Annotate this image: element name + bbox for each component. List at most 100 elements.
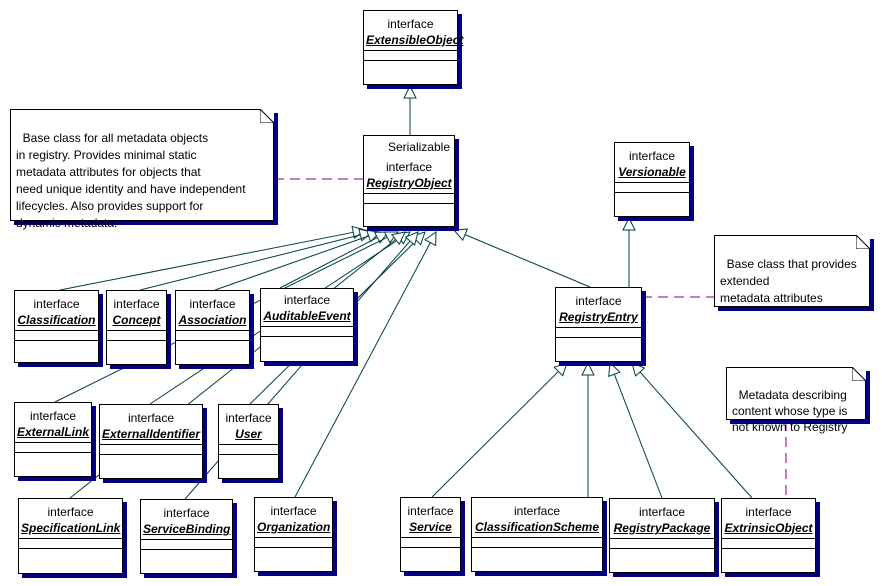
class-name: Concept (112, 313, 161, 327)
attributes-compartment (722, 538, 815, 548)
generalization-arrowhead (452, 228, 469, 242)
attributes-compartment (15, 442, 91, 452)
class-name: ServiceBinding (143, 522, 231, 536)
attributes-compartment (610, 538, 714, 548)
generalization-arrowhead (622, 216, 636, 231)
class-service[interactable]: interface Service (400, 497, 461, 572)
attributes-compartment (141, 539, 232, 549)
operations-compartment (100, 454, 202, 455)
class-versionable[interactable]: interface Versionable (614, 142, 690, 217)
operations-compartment (141, 549, 232, 550)
generalization-line (59, 231, 354, 291)
class-name: RegistryEntry (559, 310, 638, 324)
operations-compartment (107, 340, 166, 341)
operations-compartment (364, 203, 454, 204)
stereotype-label: interface (127, 411, 175, 425)
note-fold-corner (260, 109, 274, 123)
class-registry-package[interactable]: interface RegistryPackage (609, 498, 715, 573)
note-text: Base class for all metadata objects in r… (16, 131, 246, 230)
stereotype-label: interface (628, 149, 676, 163)
attributes-compartment (19, 538, 122, 548)
generalization-line (431, 371, 559, 498)
note-extrinsic-object[interactable]: Metadata describing content whose type i… (726, 367, 866, 434)
class-external-link[interactable]: interface ExternalLink (14, 402, 92, 477)
operations-compartment (556, 337, 641, 338)
operations-compartment (15, 452, 91, 453)
generalization-arrowhead (631, 362, 646, 377)
class-name: AuditableEvent (263, 309, 351, 323)
class-name: ExtensibleObject (366, 33, 464, 47)
operations-compartment (176, 340, 249, 341)
stereotype-label: interface (575, 294, 622, 308)
operations-compartment (261, 336, 353, 337)
class-name: Association (178, 313, 247, 327)
class-service-binding[interactable]: interface ServiceBinding (140, 499, 233, 574)
class-concept[interactable]: interface Concept (106, 290, 167, 365)
class-classification[interactable]: interface Classification (14, 290, 99, 363)
class-auditable-event[interactable]: interface AuditableEvent (260, 288, 354, 362)
generalization-line (294, 242, 431, 498)
attributes-compartment (364, 50, 457, 60)
stereotype-label: interface (29, 409, 77, 423)
generalization-arrowhead (608, 361, 621, 378)
generalization-line (464, 234, 591, 288)
class-classification-scheme[interactable]: interface ClassificationScheme (471, 497, 603, 572)
stereotype-label: interface (33, 297, 80, 311)
class-name: ExtrinsicObject (724, 521, 813, 535)
class-extensible-object[interactable]: interface ExtensibleObject (363, 10, 464, 85)
class-specification-link[interactable]: interface SpecificationLink (18, 498, 123, 574)
class-organization[interactable]: interface Organization (254, 497, 333, 572)
operations-compartment (255, 547, 332, 548)
operations-compartment (615, 192, 689, 193)
stereotype-label: interface (385, 160, 433, 174)
class-association[interactable]: interface Association (175, 290, 250, 365)
note-fold-corner (856, 235, 870, 249)
class-extrinsic-object[interactable]: interface ExtrinsicObject (721, 498, 816, 573)
generalization-arrowhead (581, 361, 595, 376)
class-external-identifier[interactable]: interface ExternalIdentifier (99, 404, 203, 479)
stereotype-label: interface (113, 297, 160, 311)
stereotype-label: interface (745, 505, 792, 519)
class-name: User (235, 427, 262, 441)
note-text: Metadata describing content whose type i… (732, 388, 848, 434)
operations-compartment (15, 340, 98, 341)
attributes-compartment (261, 326, 353, 336)
stereotype-label: interface (270, 504, 317, 518)
generalization-arrowhead (424, 231, 437, 247)
class-registry-entry[interactable]: interface RegistryEntry (555, 287, 642, 362)
note-registry-entry[interactable]: Base class that provides extended metada… (714, 235, 870, 307)
operations-compartment (219, 454, 278, 455)
operations-compartment (722, 548, 815, 549)
stereotype-label: interface (189, 297, 236, 311)
class-name: SpecificationLink (21, 521, 121, 535)
class-name: ExternalIdentifier (102, 427, 201, 441)
stereotype-label: interface (47, 505, 94, 519)
attributes-compartment (472, 537, 602, 547)
attributes-compartment (364, 193, 454, 203)
stereotype-label: interface (387, 17, 434, 31)
note-registry-object[interactable]: Base class for all metadata objects in r… (10, 109, 274, 230)
stereotype-label: interface (407, 504, 454, 518)
note-text: Base class that provides extended metada… (720, 257, 857, 305)
class-name: Service (409, 520, 452, 534)
stereotype-label: interface (225, 411, 272, 425)
class-name: Classification (17, 313, 96, 327)
class-registry-object[interactable]: Serializable interface RegistryObject (363, 135, 455, 227)
attributes-compartment (556, 327, 641, 337)
attributes-compartment (615, 182, 689, 192)
class-name: ExternalLink (17, 425, 90, 439)
generalization-line (139, 234, 361, 291)
note-fold-corner (852, 367, 866, 381)
operations-compartment (19, 548, 122, 549)
operations-compartment (401, 547, 460, 548)
operations-compartment (610, 548, 714, 549)
attributes-compartment (401, 537, 460, 547)
generalization-line (613, 374, 663, 499)
serializable-label: Serializable (387, 140, 450, 154)
generalization-arrowhead (403, 84, 417, 99)
class-name: RegistryPackage (613, 521, 711, 535)
stereotype-label: interface (283, 293, 331, 307)
attributes-compartment (219, 444, 278, 454)
class-user[interactable]: interface User (218, 404, 279, 479)
class-name: RegistryObject (366, 176, 452, 190)
